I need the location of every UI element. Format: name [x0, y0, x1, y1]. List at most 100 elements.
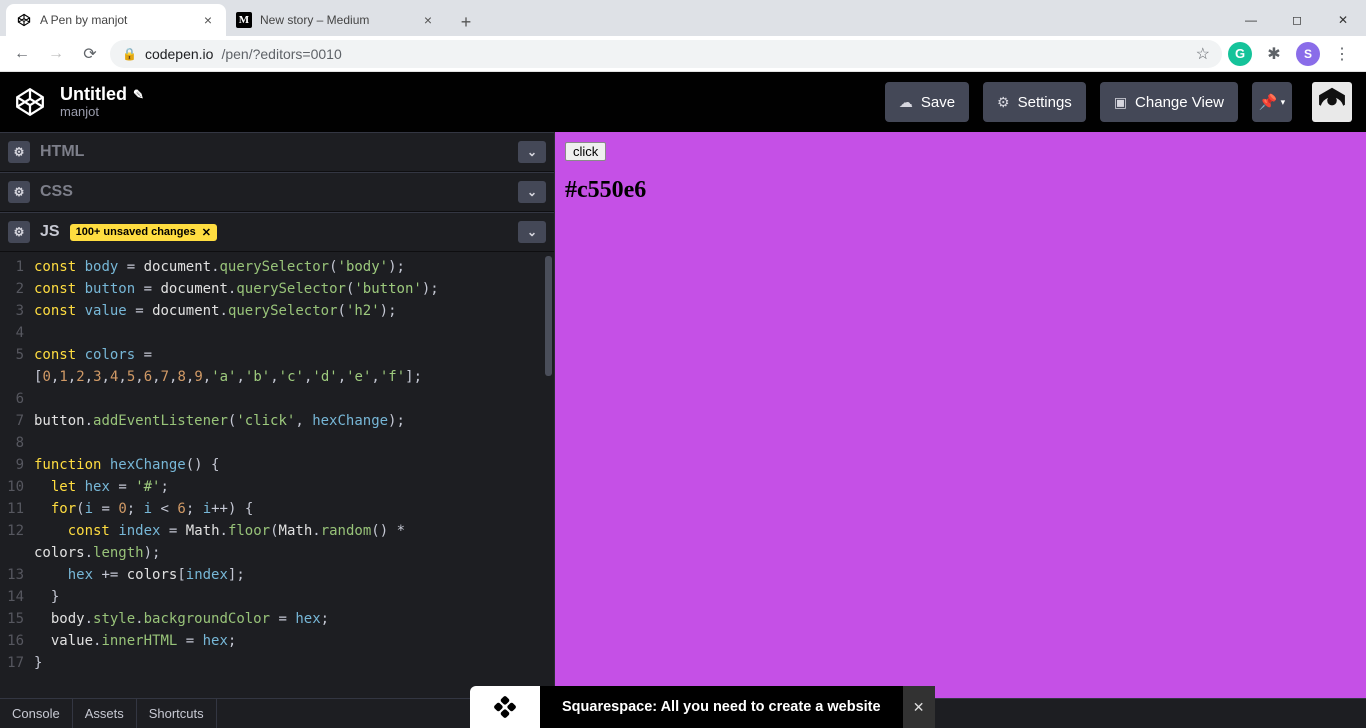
editor-column: ⚙ HTML ⌄ ⚙ CSS ⌄ ⚙ JS 100+ unsaved chang…	[0, 132, 555, 698]
css-label: CSS	[40, 183, 73, 201]
codepen-app: Untitled ✎ manjot ☁ Save ⚙ Settings ▣ Ch…	[0, 72, 1366, 728]
gear-icon: ⚙	[997, 94, 1010, 111]
code-line[interactable]: 15 body.style.backgroundColor = hex;	[0, 608, 554, 630]
code-line[interactable]: 3const value = document.querySelector('h…	[0, 300, 554, 322]
html-panel-header[interactable]: ⚙ HTML ⌄	[0, 132, 554, 172]
address-bar[interactable]: 🔒 codepen.io/pen/?editors=0010 ☆	[110, 40, 1222, 68]
change-view-button[interactable]: ▣ Change View	[1100, 82, 1238, 122]
settings-label: Settings	[1018, 94, 1072, 111]
code-line[interactable]: 17}	[0, 652, 554, 674]
browser-tab[interactable]: M New story – Medium ×	[226, 4, 446, 36]
line-number: 12	[0, 520, 34, 542]
cloud-icon: ☁	[899, 94, 913, 111]
codepen-header: Untitled ✎ manjot ☁ Save ⚙ Settings ▣ Ch…	[0, 72, 1366, 132]
back-button[interactable]: ←	[8, 40, 36, 68]
minimize-button[interactable]: ―	[1228, 4, 1274, 36]
line-number: 6	[0, 388, 34, 410]
code-line[interactable]: 1const body = document.querySelector('bo…	[0, 256, 554, 278]
js-editor[interactable]: 1const body = document.querySelector('bo…	[0, 252, 554, 698]
forward-button[interactable]: →	[42, 40, 70, 68]
preview-click-button[interactable]: click	[565, 142, 606, 161]
close-icon[interactable]: ×	[200, 12, 216, 28]
user-avatar[interactable]	[1312, 82, 1352, 122]
profile-avatar-icon[interactable]: S	[1296, 42, 1320, 66]
line-number: 3	[0, 300, 34, 322]
bookmark-star-icon[interactable]: ☆	[1196, 44, 1210, 64]
pen-author[interactable]: manjot	[60, 105, 144, 119]
window-controls: ― ◻ ✕	[1228, 4, 1366, 36]
code-line[interactable]: 11 for(i = 0; i < 6; i++) {	[0, 498, 554, 520]
shortcuts-button[interactable]: Shortcuts	[137, 699, 217, 728]
code-line[interactable]: 12 const index = Math.floor(Math.random(…	[0, 520, 554, 542]
extension-icons: G ✱ S ⋮	[1228, 42, 1358, 66]
line-number: 8	[0, 432, 34, 454]
code-line[interactable]: 2const button = document.querySelector('…	[0, 278, 554, 300]
close-window-button[interactable]: ✕	[1320, 4, 1366, 36]
code-line[interactable]: 16 value.innerHTML = hex;	[0, 630, 554, 652]
assets-button[interactable]: Assets	[73, 699, 137, 728]
close-icon[interactable]: ✕	[903, 686, 935, 728]
code-line[interactable]: 6	[0, 388, 554, 410]
code-line[interactable]: 14 }	[0, 586, 554, 608]
code-line[interactable]: colors.length);	[0, 542, 554, 564]
new-tab-button[interactable]: +	[452, 8, 480, 36]
close-icon[interactable]: ✕	[202, 226, 211, 239]
chevron-down-icon[interactable]: ⌄	[518, 141, 546, 163]
line-number: 13	[0, 564, 34, 586]
pencil-icon[interactable]: ✎	[133, 88, 144, 102]
badge-text: 100+ unsaved changes	[76, 226, 196, 238]
line-number: 5	[0, 344, 34, 366]
gear-icon[interactable]: ⚙	[8, 141, 30, 163]
line-number: 2	[0, 278, 34, 300]
reload-button[interactable]: ⟳	[76, 40, 104, 68]
code-line[interactable]: 13 hex += colors[index];	[0, 564, 554, 586]
line-number: 4	[0, 322, 34, 344]
save-button[interactable]: ☁ Save	[885, 82, 969, 122]
maximize-button[interactable]: ◻	[1274, 4, 1320, 36]
unsaved-changes-badge[interactable]: 100+ unsaved changes ✕	[70, 224, 217, 241]
css-panel-header[interactable]: ⚙ CSS ⌄	[0, 172, 554, 212]
save-label: Save	[921, 94, 955, 111]
line-number: 17	[0, 652, 34, 674]
sponsor-text[interactable]: Squarespace: All you need to create a we…	[540, 686, 903, 728]
code-line[interactable]: [0,1,2,3,4,5,6,7,8,9,'a','b','c','d','e'…	[0, 366, 554, 388]
url-host: codepen.io	[145, 46, 214, 62]
gear-icon[interactable]: ⚙	[8, 181, 30, 203]
console-button[interactable]: Console	[0, 699, 73, 728]
close-icon[interactable]: ×	[420, 12, 436, 28]
code-line[interactable]: 7button.addEventListener('click', hexCha…	[0, 410, 554, 432]
tab-title: A Pen by manjot	[40, 13, 192, 27]
code-line[interactable]: 8	[0, 432, 554, 454]
pin-button[interactable]: 📌 ▾	[1252, 82, 1292, 122]
gear-icon[interactable]: ⚙	[8, 221, 30, 243]
pin-icon: 📌	[1259, 93, 1278, 111]
settings-button[interactable]: ⚙ Settings	[983, 82, 1086, 122]
url-path: /pen/?editors=0010	[221, 46, 341, 62]
code-line[interactable]: 10 let hex = '#';	[0, 476, 554, 498]
chevron-down-icon[interactable]: ⌄	[518, 181, 546, 203]
line-number: 11	[0, 498, 34, 520]
js-label: JS	[40, 223, 60, 241]
js-panel-header[interactable]: ⚙ JS 100+ unsaved changes ✕ ⌄	[0, 212, 554, 252]
codepen-logo[interactable]	[14, 86, 46, 118]
line-number	[0, 366, 34, 388]
line-number: 7	[0, 410, 34, 432]
pen-title-block: Untitled ✎ manjot	[60, 85, 144, 119]
lock-icon: 🔒	[122, 47, 137, 61]
editor-scrollbar[interactable]	[545, 256, 552, 376]
squarespace-logo[interactable]	[470, 686, 540, 728]
sponsor-banner: Squarespace: All you need to create a we…	[470, 686, 935, 728]
preview-pane: click #c550e6	[555, 132, 1366, 698]
tab-title: New story – Medium	[260, 13, 412, 27]
codepen-main: ⚙ HTML ⌄ ⚙ CSS ⌄ ⚙ JS 100+ unsaved chang…	[0, 132, 1366, 698]
grammarly-extension-icon[interactable]: G	[1228, 42, 1252, 66]
browser-tab-active[interactable]: A Pen by manjot ×	[6, 4, 226, 36]
code-line[interactable]: 9function hexChange() {	[0, 454, 554, 476]
pen-title-row[interactable]: Untitled ✎	[60, 85, 144, 105]
chrome-menu-icon[interactable]: ⋮	[1330, 42, 1354, 66]
chevron-down-icon[interactable]: ⌄	[518, 221, 546, 243]
code-line[interactable]: 4	[0, 322, 554, 344]
code-line[interactable]: 5const colors =	[0, 344, 554, 366]
layout-icon: ▣	[1114, 94, 1127, 111]
extensions-menu-icon[interactable]: ✱	[1262, 42, 1286, 66]
